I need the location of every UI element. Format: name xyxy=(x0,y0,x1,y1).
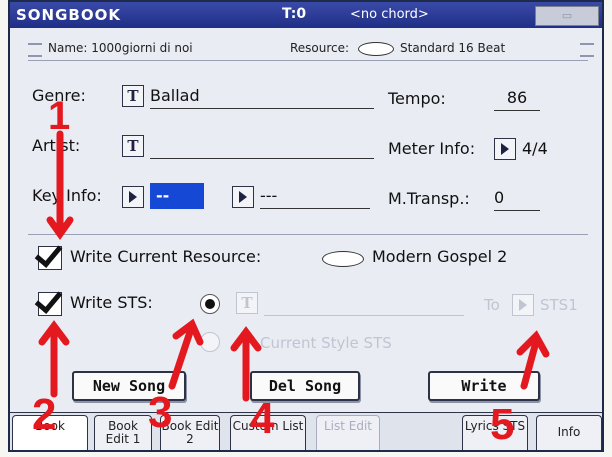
annotation-number-1: 1 xyxy=(48,94,71,138)
songbook-screen: SONGBOOK T:0 <no chord> ▭ Name: 1000gior… xyxy=(8,0,604,452)
annotation-arrows-overlay xyxy=(38,130,550,402)
annotation-number-3: 3 xyxy=(148,388,173,437)
annotation-number-5: 5 xyxy=(490,400,515,449)
annotation-number-2: 2 xyxy=(32,390,57,439)
annotation-arrow-3 xyxy=(168,328,194,390)
annotation-number-4: 4 xyxy=(250,394,275,443)
